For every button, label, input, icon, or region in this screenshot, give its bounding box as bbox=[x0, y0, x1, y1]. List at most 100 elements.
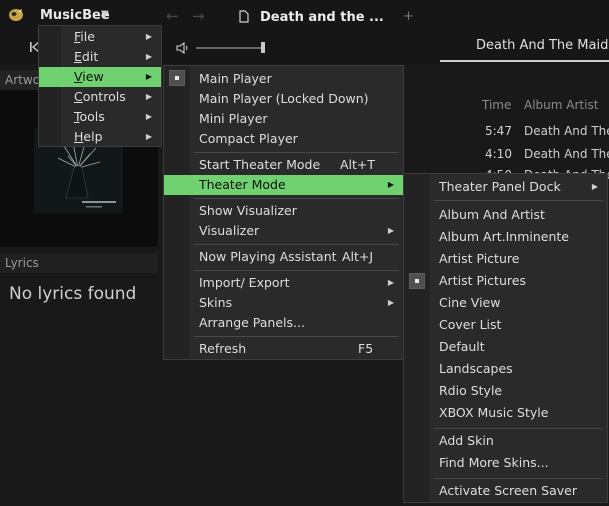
menu-item-label: Add Skin bbox=[439, 433, 494, 448]
volume-icon[interactable] bbox=[176, 42, 190, 54]
menu-item-view[interactable]: View ▶ bbox=[39, 67, 161, 87]
menu-item-skin[interactable]: Album Art.Inminente bbox=[404, 227, 607, 247]
menu-item-show-visualizer[interactable]: Show Visualizer bbox=[164, 201, 403, 221]
menu-item-mini-player[interactable]: Mini Player bbox=[164, 109, 403, 129]
menu-item-skin[interactable]: Cine View bbox=[404, 293, 607, 313]
forward-arrow-icon[interactable]: → bbox=[192, 7, 205, 25]
back-arrow-icon[interactable]: ← bbox=[166, 7, 179, 25]
menu-item-skin[interactable]: Artist Pictures bbox=[404, 271, 607, 291]
track-row-artist[interactable]: Death And The bbox=[524, 147, 609, 161]
menu-item-help[interactable]: Help ▶ bbox=[39, 127, 161, 147]
menu-item-label: Show Visualizer bbox=[199, 203, 297, 218]
theater-mode-submenu: Theater Panel Dock ▶ Album And Artist Al… bbox=[403, 173, 608, 503]
menu-separator bbox=[194, 336, 399, 337]
menu-mnemonic: C bbox=[74, 89, 83, 104]
menu-item-label: Start Theater Mode bbox=[199, 157, 321, 172]
volume-slider-thumb[interactable] bbox=[261, 42, 265, 53]
menu-item-controls[interactable]: Controls ▶ bbox=[39, 87, 161, 107]
menu-item-import-export[interactable]: Import/ Export ▶ bbox=[164, 273, 403, 293]
menu-item-label: Arrange Panels... bbox=[199, 315, 305, 330]
menu-item-skin[interactable]: Default bbox=[404, 337, 607, 357]
now-playing-underline bbox=[440, 60, 609, 62]
menu-item-label: Default bbox=[439, 339, 485, 354]
track-row-time[interactable]: 4:10 bbox=[485, 147, 512, 161]
menu-item-label: Import/ Export bbox=[199, 275, 290, 290]
menu-item-label: Mini Player bbox=[199, 111, 268, 126]
menu-separator bbox=[194, 270, 399, 271]
submenu-arrow-icon: ▶ bbox=[145, 32, 152, 41]
app-menu-title[interactable]: MusicBee bbox=[40, 8, 110, 23]
menu-separator bbox=[194, 152, 399, 153]
menu-item-skin[interactable]: Album And Artist bbox=[404, 205, 607, 225]
menu-separator bbox=[194, 198, 399, 199]
menu-item-skin[interactable]: Rdio Style bbox=[404, 381, 607, 401]
new-tab-plus-icon[interactable]: + bbox=[403, 9, 414, 24]
menu-separator bbox=[434, 200, 603, 201]
menu-item-main-player[interactable]: Main Player bbox=[164, 69, 403, 89]
menu-item-activate-screen-saver[interactable]: Activate Screen Saver bbox=[404, 481, 607, 501]
tab-now-playing[interactable]: Death and the ... bbox=[260, 10, 384, 25]
menu-separator bbox=[434, 428, 603, 429]
menu-item-find-more-skins[interactable]: Find More Skins... bbox=[404, 453, 607, 473]
menu-item-theater-panel-dock[interactable]: Theater Panel Dock ▶ bbox=[404, 177, 607, 197]
menu-item-label: Skins bbox=[199, 295, 233, 310]
menu-item-tools[interactable]: Tools ▶ bbox=[39, 107, 161, 127]
menu-item-label: elp bbox=[83, 129, 103, 144]
menu-item-label: Cine View bbox=[439, 295, 501, 310]
column-header-album-artist[interactable]: Album Artist bbox=[524, 98, 598, 112]
menu-item-label: XBOX Music Style bbox=[439, 405, 549, 420]
menu-item-add-skin[interactable]: Add Skin bbox=[404, 431, 607, 451]
track-row-artist[interactable]: Death And The bbox=[524, 124, 609, 138]
menu-item-label: Refresh bbox=[199, 341, 247, 356]
menu-item-compact-player[interactable]: Compact Player bbox=[164, 129, 403, 149]
menu-item-visualizer[interactable]: Visualizer ▶ bbox=[164, 221, 403, 241]
submenu-arrow-icon: ▶ bbox=[387, 278, 394, 287]
menu-separator bbox=[194, 244, 399, 245]
menu-item-skin[interactable]: Artist Picture bbox=[404, 249, 607, 269]
menu-item-label: Now Playing Assistant bbox=[199, 249, 337, 264]
track-row-time[interactable]: 5:47 bbox=[485, 124, 512, 138]
menu-item-now-playing-assistant[interactable]: Now Playing Assistant Alt+J bbox=[164, 247, 403, 267]
chevron-down-icon[interactable]: ▼ bbox=[101, 9, 109, 20]
menu-item-skin[interactable]: XBOX Music Style bbox=[404, 403, 607, 423]
menu-mnemonic: H bbox=[74, 129, 84, 144]
menu-item-theater-mode[interactable]: Theater Mode ▶ bbox=[164, 175, 403, 195]
shortcut-label: F5 bbox=[358, 341, 374, 356]
menu-item-label: Artist Picture bbox=[439, 251, 520, 266]
submenu-arrow-icon: ▶ bbox=[387, 298, 394, 307]
menu-item-label: Compact Player bbox=[199, 131, 298, 146]
menu-item-refresh[interactable]: Refresh F5 bbox=[164, 339, 403, 359]
artwork-panel-label: Artwo bbox=[5, 73, 41, 87]
menu-item-skin[interactable]: Cover List bbox=[404, 315, 607, 335]
lyrics-empty-text: No lyrics found bbox=[9, 284, 137, 304]
menu-item-label: ools bbox=[79, 109, 105, 124]
menu-item-label: Cover List bbox=[439, 317, 502, 332]
menu-item-label: Landscapes bbox=[439, 361, 513, 376]
now-playing-title: Death And The Maide bbox=[476, 38, 609, 53]
menu-item-label: Theater Panel Dock bbox=[439, 179, 561, 194]
volume-slider[interactable] bbox=[196, 47, 264, 49]
document-icon bbox=[239, 10, 249, 23]
menu-item-label: Activate Screen Saver bbox=[439, 483, 577, 498]
submenu-arrow-icon: ▶ bbox=[591, 182, 598, 191]
submenu-arrow-icon: ▶ bbox=[387, 180, 394, 189]
app-main-menu: File ▶ Edit ▶ View ▶ Controls ▶ Tools ▶ … bbox=[38, 25, 162, 147]
musicbee-logo-icon[interactable] bbox=[8, 8, 24, 22]
menu-item-label: ontrols bbox=[82, 89, 126, 104]
menu-item-skin[interactable]: Landscapes bbox=[404, 359, 607, 379]
menu-item-skins[interactable]: Skins ▶ bbox=[164, 293, 403, 313]
submenu-arrow-icon: ▶ bbox=[145, 112, 152, 121]
menu-item-file[interactable]: File ▶ bbox=[39, 27, 161, 47]
menu-item-edit[interactable]: Edit ▶ bbox=[39, 47, 161, 67]
submenu-arrow-icon: ▶ bbox=[145, 72, 152, 81]
menu-item-arrange-panels[interactable]: Arrange Panels... bbox=[164, 313, 403, 333]
shortcut-label: Alt+J bbox=[342, 249, 374, 264]
menu-item-main-player-locked[interactable]: Main Player (Locked Down) bbox=[164, 89, 403, 109]
lyrics-panel-label: Lyrics bbox=[5, 256, 39, 270]
menu-item-label: ile bbox=[80, 29, 95, 44]
menu-item-start-theater-mode[interactable]: Start Theater Mode Alt+T bbox=[164, 155, 403, 175]
menu-item-label: iew bbox=[82, 69, 104, 84]
submenu-arrow-icon: ▶ bbox=[387, 226, 394, 235]
menu-item-label: Main Player (Locked Down) bbox=[199, 91, 369, 106]
column-header-time[interactable]: Time bbox=[482, 98, 511, 112]
